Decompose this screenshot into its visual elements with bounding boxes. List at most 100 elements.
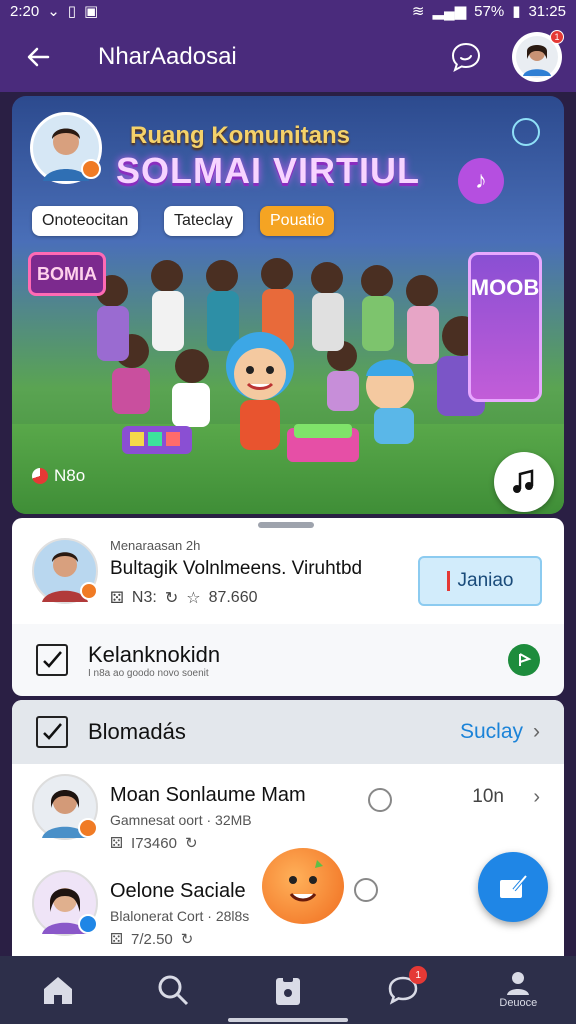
checklist-text: Kelanknokidn I n8a ao goodo novo soenit — [88, 642, 220, 679]
profile-avatar-button[interactable]: 1 — [512, 30, 564, 82]
home-icon — [43, 977, 72, 1004]
phone-icon: ▯ — [67, 3, 77, 20]
status-dot — [78, 818, 98, 838]
hero-host-avatar[interactable] — [30, 112, 102, 184]
join-button[interactable]: Janiao — [418, 556, 542, 606]
wifi-icon: ≋ — [411, 3, 425, 20]
edit-icon[interactable] — [354, 878, 378, 902]
list-item-meta-value: 7/2.50 — [131, 930, 173, 948]
list-item-name: Moan Sonlaume Mam — [110, 784, 306, 806]
drag-handle[interactable] — [258, 522, 314, 528]
arrow-left-icon — [27, 47, 50, 67]
music-share-button[interactable] — [494, 452, 554, 512]
join-mark-icon — [446, 571, 450, 591]
avatar — [32, 870, 98, 936]
checklist-row[interactable]: Kelanknokidn I n8a ao goodo novo soenit — [12, 624, 564, 696]
featured-title: Bultagik Volnlmeens. Viruhtbd — [110, 558, 363, 579]
list-item-name: Oelone Saciale — [110, 880, 246, 902]
home-indicator — [228, 1018, 348, 1022]
list-item-meta-value: I73460 — [131, 834, 177, 852]
hero-chip-1[interactable]: Tateclay — [164, 206, 243, 236]
hero-sign-right: MOOB — [468, 252, 542, 402]
back-button[interactable] — [14, 33, 62, 81]
list-item[interactable]: Moan Sonlaume Mam Gamnesat oort · 32MB ⚄… — [12, 764, 564, 860]
page-title: NharAadosai — [98, 43, 237, 70]
checkbox-icon[interactable] — [36, 716, 68, 748]
status-dot — [78, 914, 98, 934]
featured-meta-code: N3: — [131, 589, 157, 606]
cell-signal-icon: ▂▄▆ — [432, 3, 467, 20]
nav-clipboard[interactable] — [248, 960, 328, 1020]
music-note-icon: ♪ — [458, 158, 504, 204]
dice-icon: ⚄ — [110, 931, 124, 948]
app-notification-icon: ▣ — [84, 3, 99, 20]
dice-icon: ⚄ — [110, 835, 124, 852]
nav-chat[interactable]: 1 — [363, 960, 443, 1020]
nav-search[interactable] — [133, 960, 213, 1020]
dice-icon: ⚄ — [110, 590, 124, 607]
join-label: Janiao — [457, 570, 514, 591]
hero-title-line1: Ruang Komunitans — [130, 122, 350, 149]
hero-crowd-illustration — [96, 258, 485, 462]
nav-home[interactable] — [18, 960, 98, 1020]
bottom-navigation: 1 Deuoce — [0, 956, 576, 1024]
avatar — [32, 774, 98, 840]
hero-chip-0[interactable]: Onoteocitan — [32, 206, 139, 236]
hero-chip-2[interactable]: Pouatio — [260, 206, 335, 236]
featured-subtitle: Menaraasan 2h — [110, 538, 201, 553]
host-status-dot — [81, 159, 101, 179]
checkmark-icon — [43, 723, 62, 740]
hero-footer-text: N8o — [54, 466, 86, 485]
status-time: 2:20 — [10, 2, 40, 20]
list-header-title: Blomadás — [88, 719, 186, 744]
hero-banner[interactable]: Ruang Komunitans SOLMAI VIRTIUL Onoteoci… — [12, 96, 564, 514]
nav-profile-label: Deuoce — [499, 997, 538, 1009]
battery-percent: 57% — [474, 2, 505, 20]
refresh-icon: ↻ — [184, 835, 198, 852]
checkmark-icon — [43, 651, 62, 668]
nav-profile[interactable]: Deuoce — [478, 960, 558, 1020]
star-icon: ☆ — [186, 590, 201, 607]
hero-footer-label: N8o — [32, 466, 85, 486]
list-item-subtitle: Blalonerat Cort · 28l8s — [110, 908, 250, 924]
search-icon — [158, 975, 188, 1006]
notification-badge: 1 — [550, 30, 564, 44]
app-bar: NharAadosai 1 — [0, 22, 576, 92]
refresh-icon: ↻ — [164, 590, 179, 607]
signal-icon: ⌄ — [47, 3, 60, 20]
chat-badge: 1 — [409, 966, 428, 984]
checkbox-icon[interactable] — [36, 644, 68, 676]
compose-icon — [500, 874, 528, 898]
see-all-button[interactable]: Suclay › — [460, 720, 540, 744]
refresh-icon: ↻ — [180, 931, 194, 948]
featured-rating: 87.660 — [208, 589, 258, 606]
music-note-icon — [513, 469, 534, 493]
edit-icon[interactable] — [368, 788, 392, 812]
hero-settings-icon[interactable] — [512, 118, 540, 146]
list-item-subtitle: Gamnesat oort · 32MB — [110, 812, 252, 828]
smiley-sticker-icon — [289, 860, 323, 902]
hero-title-line2: SOLMAI VIRTIUL — [116, 150, 420, 191]
sticker-emoji[interactable] — [262, 848, 344, 924]
chat-button[interactable] — [442, 33, 490, 81]
clipboard-icon — [275, 975, 300, 1005]
list-header: Blomadás Suclay › — [12, 700, 564, 764]
hero-sign-left: BOMIA — [28, 252, 106, 296]
featured-room-card[interactable]: Menaraasan 2h Bultagik Volnlmeens. Viruh… — [12, 518, 564, 624]
checklist-description: I n8a ao goodo novo soenit — [88, 667, 209, 679]
play-icon[interactable] — [508, 644, 540, 676]
checklist-title: Kelanknokidn — [88, 641, 221, 667]
list-item-meta: ⚄ I73460 ↻ — [110, 834, 198, 853]
compose-fab-button[interactable] — [478, 852, 548, 922]
status-bar: 2:20 ⌄ ▯ ▣ ≋ ▂▄▆ 57% ▮ 31:25 — [0, 0, 576, 22]
profile-icon — [507, 972, 530, 995]
list-item-meta: ⚄ 7/2.50 ↻ — [110, 930, 194, 949]
list-item-time: 10n — [472, 786, 504, 807]
status-clock-right: 31:25 — [528, 2, 566, 20]
pie-icon — [32, 468, 48, 484]
battery-icon: ▮ — [512, 3, 521, 20]
chevron-right-icon: › — [533, 720, 540, 743]
featured-meta: ⚄ N3: ↻ ☆ 87.660 — [110, 588, 258, 608]
chat-bubble-icon — [451, 42, 481, 73]
see-all-label: Suclay — [459, 720, 523, 743]
